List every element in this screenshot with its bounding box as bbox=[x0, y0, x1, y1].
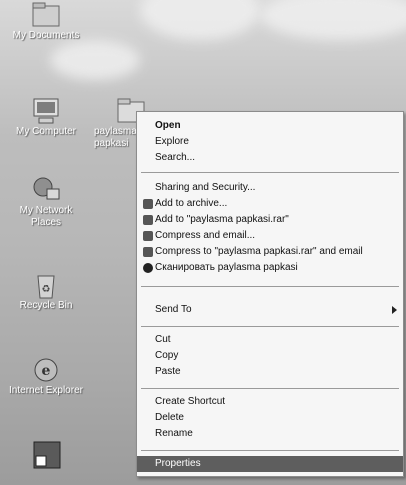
menu-separator bbox=[141, 172, 399, 173]
archive-icon bbox=[143, 231, 153, 241]
desktop-icon-label: My Documents bbox=[12, 30, 80, 41]
shortcut-icon bbox=[30, 440, 64, 470]
context-menu: Open Explore Search... Sharing and Secur… bbox=[136, 111, 404, 477]
svg-text:e: e bbox=[42, 363, 51, 379]
menu-item-paste[interactable]: Paste bbox=[137, 364, 403, 380]
desktop-icon-internet-explorer[interactable]: e Internet Explorer bbox=[6, 355, 86, 397]
menu-item-copy[interactable]: Copy bbox=[137, 348, 403, 364]
menu-item-compress-to-rar-email[interactable]: Compress to "paylasma papkasi.rar" and e… bbox=[137, 244, 403, 260]
desktop-icon-label: Recycle Bin bbox=[19, 300, 73, 311]
desktop-icon-label: My Network Places bbox=[19, 205, 73, 228]
submenu-arrow-icon bbox=[392, 306, 397, 314]
menu-item-search[interactable]: Search... bbox=[137, 150, 403, 166]
archive-icon bbox=[143, 199, 153, 209]
menu-item-cut[interactable]: Cut bbox=[137, 332, 403, 348]
menu-separator bbox=[141, 326, 399, 327]
menu-item-scan[interactable]: Сканировать paylasma papkasi bbox=[137, 260, 403, 276]
desktop-icon-my-computer[interactable]: My Computer bbox=[6, 96, 86, 138]
menu-item-add-to-rar[interactable]: Add to "paylasma papkasi.rar" bbox=[137, 212, 403, 228]
wallpaper-cloud bbox=[50, 40, 140, 80]
menu-separator bbox=[141, 388, 399, 389]
menu-item-sharing-security[interactable]: Sharing and Security... bbox=[137, 180, 403, 196]
menu-item-delete[interactable]: Delete bbox=[137, 410, 403, 426]
menu-item-properties[interactable]: Properties bbox=[137, 456, 403, 472]
recycle-bin-icon: ♻ bbox=[29, 270, 63, 300]
menu-item-explore[interactable]: Explore bbox=[137, 134, 403, 150]
antivirus-icon bbox=[143, 263, 153, 273]
desktop-icon-my-documents[interactable]: My Documents bbox=[6, 0, 86, 42]
desktop-icon-recycle-bin[interactable]: ♻ Recycle Bin bbox=[6, 270, 86, 312]
menu-item-send-to[interactable]: Send To bbox=[137, 302, 403, 318]
desktop-icon-label: Internet Explorer bbox=[9, 385, 83, 396]
desktop-icon-my-network-places[interactable]: My Network Places bbox=[6, 175, 86, 229]
wallpaper-cloud bbox=[140, 0, 260, 40]
menu-separator bbox=[141, 450, 399, 451]
ie-icon: e bbox=[29, 355, 63, 385]
folder-icon bbox=[29, 0, 63, 30]
menu-separator bbox=[141, 286, 399, 287]
menu-item-open[interactable]: Open bbox=[137, 118, 403, 134]
desktop-icon-label: paylasma papkasi bbox=[94, 126, 136, 149]
svg-text:♻: ♻ bbox=[42, 284, 51, 295]
menu-item-create-shortcut[interactable]: Create Shortcut bbox=[137, 394, 403, 410]
network-icon bbox=[29, 175, 63, 205]
wallpaper-cloud bbox=[260, 0, 406, 40]
menu-item-compress-email[interactable]: Compress and email... bbox=[137, 228, 403, 244]
menu-item-add-to-archive[interactable]: Add to archive... bbox=[137, 196, 403, 212]
archive-icon bbox=[143, 247, 153, 257]
desktop-icon-label: My Computer bbox=[15, 126, 76, 137]
desktop-icon-shortcut[interactable] bbox=[30, 440, 62, 470]
menu-item-rename[interactable]: Rename bbox=[137, 426, 403, 442]
computer-icon bbox=[29, 96, 63, 126]
archive-icon bbox=[143, 215, 153, 225]
